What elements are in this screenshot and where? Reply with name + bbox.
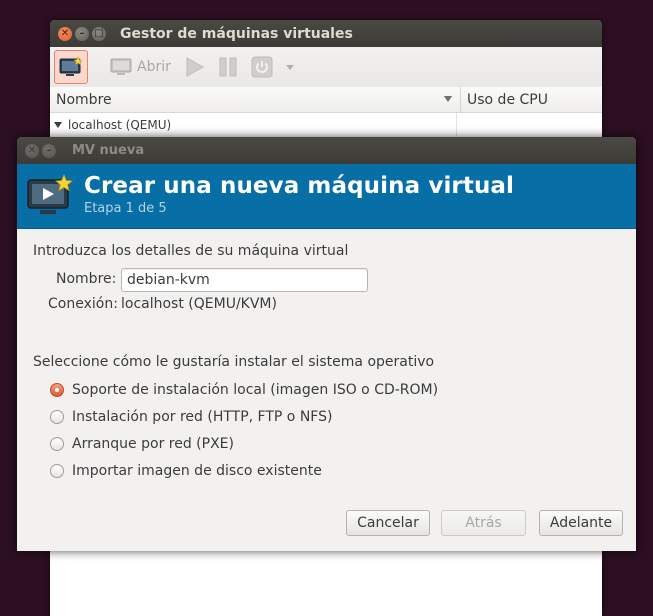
radio-unchecked-icon[interactable] xyxy=(50,437,64,451)
maximize-icon[interactable]: □ xyxy=(92,26,106,41)
radio-checked-icon[interactable] xyxy=(50,383,64,397)
column-header-name[interactable]: Nombre xyxy=(50,87,461,112)
minimize-icon[interactable]: – xyxy=(42,143,56,158)
close-icon[interactable]: ✕ xyxy=(25,143,39,158)
close-icon[interactable]: ✕ xyxy=(58,26,72,41)
name-input[interactable] xyxy=(121,268,368,292)
connection-label: Conexión: xyxy=(48,296,118,312)
vm-list-header: Nombre Uso de CPU xyxy=(50,87,602,113)
run-button[interactable] xyxy=(179,51,209,83)
column-header-cpu[interactable]: Uso de CPU xyxy=(461,87,548,112)
connection-value: localhost (QEMU/KVM) xyxy=(121,296,277,312)
connection-name: localhost (QEMU) xyxy=(68,117,172,132)
expander-icon[interactable] xyxy=(54,121,62,128)
radio-unchecked-icon[interactable] xyxy=(50,410,64,424)
manager-title: Gestor de máquinas virtuales xyxy=(120,25,353,42)
radio-unchecked-icon[interactable] xyxy=(50,464,64,478)
open-button[interactable]: Abrir xyxy=(106,51,175,83)
option-network-install[interactable]: Instalación por red (HTTP, FTP o NFS) xyxy=(50,409,332,425)
option-local-media[interactable]: Soporte de instalación local (imagen ISO… xyxy=(50,382,438,398)
minimize-icon[interactable]: – xyxy=(75,26,89,41)
cancel-button[interactable]: Cancelar xyxy=(346,510,430,536)
back-button[interactable]: Atrás xyxy=(441,510,526,536)
dialog-title: MV nueva xyxy=(72,143,145,158)
new-vm-dialog: ✕ – MV nueva Crear una nueva máquina vir… xyxy=(17,137,636,551)
chevron-down-icon xyxy=(285,65,294,70)
new-vm-icon xyxy=(27,174,73,214)
forward-button[interactable]: Adelante xyxy=(539,510,623,536)
shutdown-button[interactable] xyxy=(247,51,277,83)
dialog-header-title: Crear una nueva máquina virtual xyxy=(84,173,515,199)
option-import-disk[interactable]: Importar imagen de disco existente xyxy=(50,463,322,479)
pause-icon xyxy=(219,57,237,77)
table-row[interactable]: localhost (QEMU) xyxy=(50,113,602,136)
manager-titlebar[interactable]: ✕ – □ Gestor de máquinas virtuales xyxy=(50,20,602,47)
play-icon xyxy=(186,57,204,77)
manager-toolbar: Abrir xyxy=(50,47,602,88)
dialog-header: Crear una nueva máquina virtual Etapa 1 … xyxy=(17,164,636,229)
shutdown-menu-button[interactable] xyxy=(281,51,299,83)
new-vm-icon xyxy=(59,56,83,76)
step-indicator: Etapa 1 de 5 xyxy=(84,201,167,216)
open-label: Abrir xyxy=(137,59,171,75)
sort-arrow-icon xyxy=(444,96,452,102)
power-icon xyxy=(251,56,273,78)
dialog-titlebar[interactable]: ✕ – MV nueva xyxy=(17,137,636,164)
monitor-icon xyxy=(110,58,132,75)
option-pxe-boot[interactable]: Arranque por red (PXE) xyxy=(50,436,234,452)
details-section-label: Introduzca los detalles de su máquina vi… xyxy=(33,243,349,259)
pause-button[interactable] xyxy=(213,51,243,83)
name-label: Nombre: xyxy=(56,271,117,287)
install-section-label: Seleccione cómo le gustaría instalar el … xyxy=(33,354,435,370)
new-vm-button[interactable] xyxy=(54,50,88,84)
